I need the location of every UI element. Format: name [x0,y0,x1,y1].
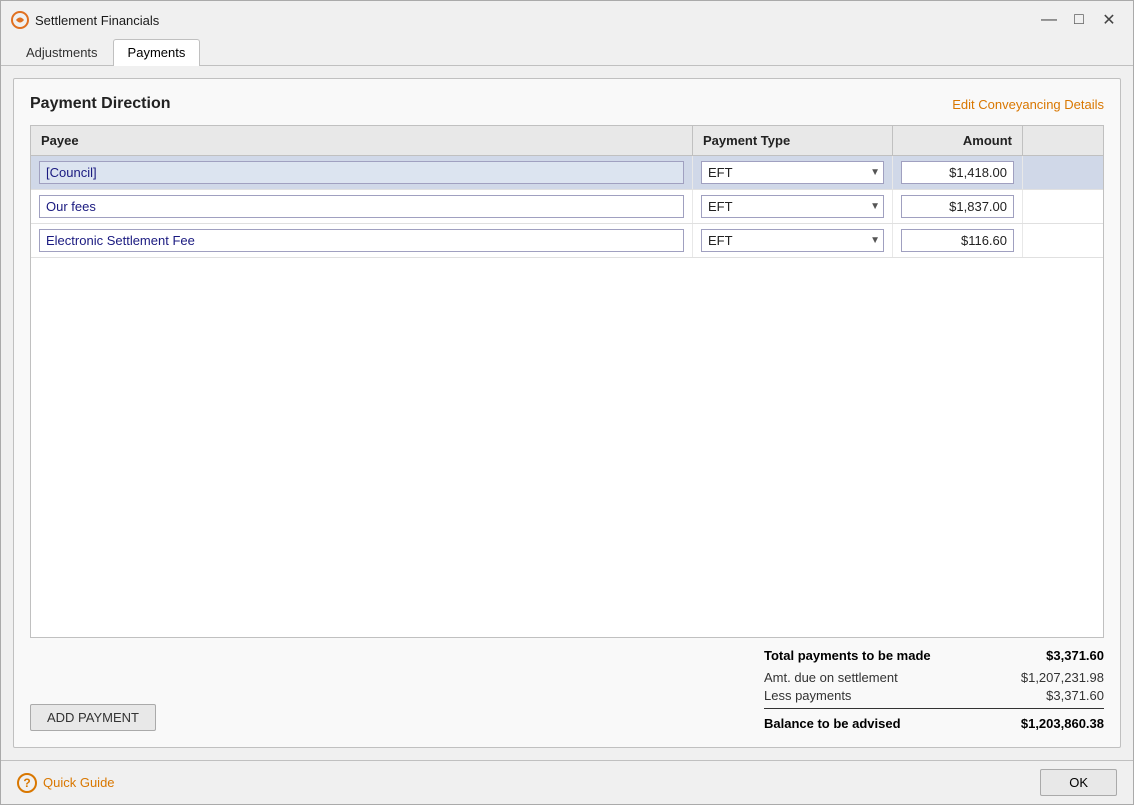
edit-conveyancing-link[interactable]: Edit Conveyancing Details [952,97,1104,112]
payments-table: Payee Payment Type Amount [30,125,1104,638]
help-icon: ? [17,773,37,793]
less-payments-value: $3,371.60 [1046,688,1104,703]
amount-cell [893,156,1023,189]
summary-divider [764,708,1104,709]
quick-guide-link[interactable]: ? Quick Guide [17,773,115,793]
less-payments-row: Less payments $3,371.60 [764,688,1104,703]
window-title: Settlement Financials [35,13,1029,28]
action-cell [1023,168,1103,178]
balance-label: Balance to be advised [764,716,901,731]
total-payments-label: Total payments to be made [764,648,931,663]
payment-summary: Total payments to be made $3,371.60 Amt.… [764,648,1104,731]
amount-cell [893,190,1023,223]
col-header-payee: Payee [31,126,693,155]
payment-type-cell: EFT Cheque BPAY Cash ▼ [693,224,893,257]
payment-panel: Payment Direction Edit Conveyancing Deta… [13,78,1121,748]
col-header-amount: Amount [893,126,1023,155]
ok-button[interactable]: OK [1040,769,1117,796]
content-area: Payment Direction Edit Conveyancing Deta… [1,66,1133,760]
payee-cell [31,190,693,223]
payment-type-select[interactable]: EFT Cheque BPAY Cash [701,195,884,218]
amount-input[interactable] [901,195,1014,218]
payment-type-cell: EFT Cheque BPAY Cash ▼ [693,156,893,189]
amount-cell [893,224,1023,257]
col-header-action [1023,126,1103,155]
amt-due-label: Amt. due on settlement [764,670,898,685]
quick-guide-label: Quick Guide [43,775,115,790]
amount-input[interactable] [901,161,1014,184]
total-payments-value: $3,371.60 [1046,648,1104,663]
window-controls: — □ ✕ [1035,9,1123,31]
payee-cell [31,224,693,257]
col-header-payment-type: Payment Type [693,126,893,155]
panel-header: Payment Direction Edit Conveyancing Deta… [30,95,1104,113]
table-header: Payee Payment Type Amount [31,126,1103,156]
amt-due-row: Amt. due on settlement $1,207,231.98 [764,670,1104,685]
payee-input[interactable] [39,161,684,184]
minimize-button[interactable]: — [1035,9,1063,31]
table-row[interactable]: EFT Cheque BPAY Cash ▼ [31,190,1103,224]
tab-payments[interactable]: Payments [113,39,201,66]
payee-input[interactable] [39,195,684,218]
total-payments-row: Total payments to be made $3,371.60 [764,648,1104,663]
tab-bar: Adjustments Payments [1,35,1133,66]
app-icon [11,11,29,29]
less-payments-label: Less payments [764,688,851,703]
table-row[interactable]: EFT Cheque BPAY Cash ▼ [31,224,1103,258]
amt-due-value: $1,207,231.98 [1021,670,1104,685]
footer-bar: ? Quick Guide OK [1,760,1133,804]
action-cell [1023,202,1103,212]
balance-value: $1,203,860.38 [1021,716,1104,731]
action-cell [1023,236,1103,246]
title-bar: Settlement Financials — □ ✕ [1,1,1133,35]
main-window: Settlement Financials — □ ✕ Adjustments … [0,0,1134,805]
payment-type-select[interactable]: EFT Cheque BPAY Cash [701,229,884,252]
payee-cell [31,156,693,189]
maximize-button[interactable]: □ [1065,9,1093,31]
close-button[interactable]: ✕ [1095,9,1123,31]
balance-row: Balance to be advised $1,203,860.38 [764,716,1104,731]
amount-input[interactable] [901,229,1014,252]
table-row[interactable]: EFT Cheque BPAY Cash ▼ [31,156,1103,190]
add-payment-button[interactable]: ADD PAYMENT [30,704,156,731]
table-body: EFT Cheque BPAY Cash ▼ [31,156,1103,258]
payee-input[interactable] [39,229,684,252]
payment-type-select[interactable]: EFT Cheque BPAY Cash [701,161,884,184]
panel-title: Payment Direction [30,95,170,113]
tab-adjustments[interactable]: Adjustments [11,39,113,65]
payment-type-cell: EFT Cheque BPAY Cash ▼ [693,190,893,223]
bottom-area: ADD PAYMENT Total payments to be made $3… [30,648,1104,731]
